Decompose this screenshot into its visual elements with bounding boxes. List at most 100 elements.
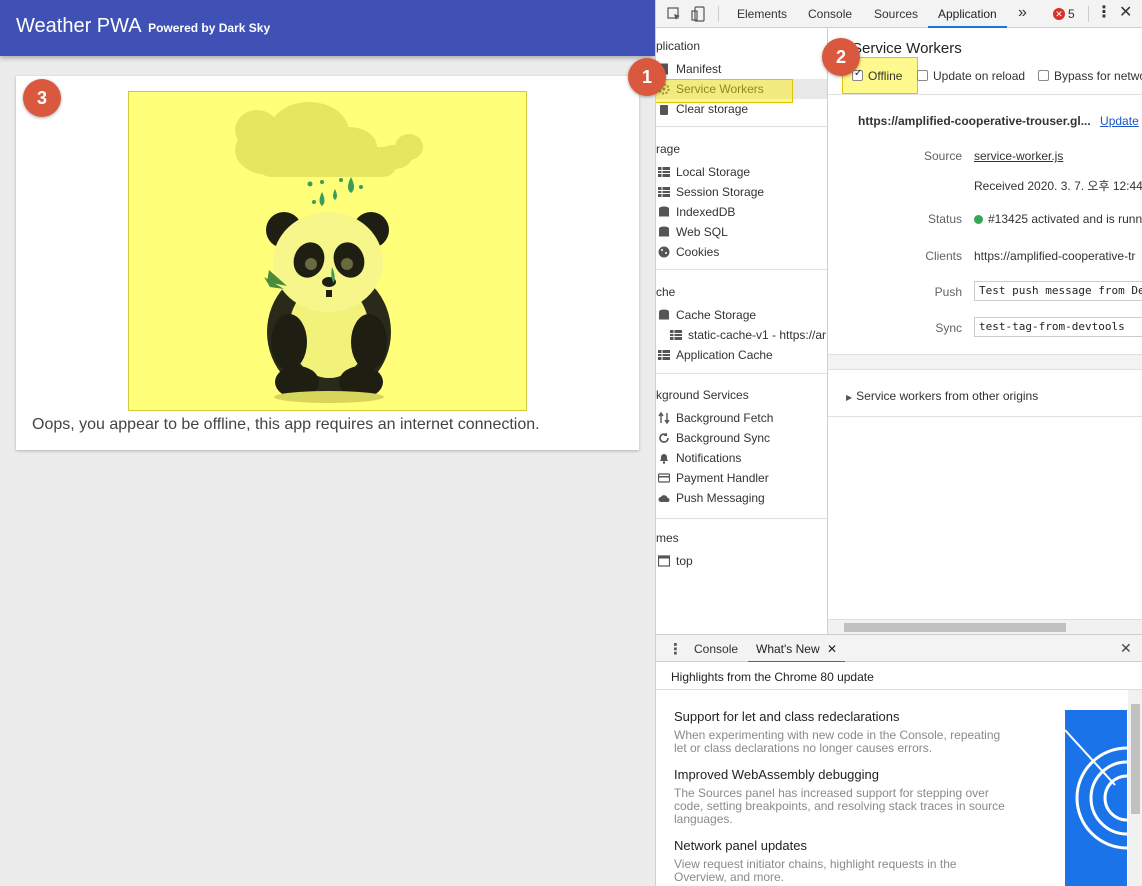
- sidebar-item-label: top: [676, 554, 693, 568]
- bypass-label: Bypass for netwo: [1054, 69, 1142, 83]
- section-separator: [828, 354, 1142, 370]
- sidebar-item-background-fetch[interactable]: Background Fetch: [656, 408, 827, 428]
- sidebar-divider: [656, 373, 827, 374]
- sidebar-item-top-frame[interactable]: top: [656, 551, 827, 571]
- offline-checkbox[interactable]: Offline: [852, 68, 903, 83]
- sidebar-item-cookies[interactable]: Cookies: [656, 242, 827, 262]
- sidebar-item-label: Local Storage: [676, 165, 751, 179]
- cookie-icon: [658, 246, 670, 258]
- weather-app: Weather PWA Powered by Dark Sky Oops, yo…: [0, 0, 655, 886]
- status-text: #13425 activated and is runn: [988, 212, 1142, 226]
- sidebar-divider: [656, 518, 827, 519]
- sidebar-item-label: static-cache-v1 - https://ar: [688, 328, 827, 342]
- whats-new-item-title[interactable]: Network panel updates: [674, 838, 807, 853]
- sync-icon: [659, 432, 669, 443]
- service-workers-title: Service Workers: [852, 40, 962, 57]
- inspect-element-icon[interactable]: [666, 6, 682, 22]
- clients-label: Clients: [925, 249, 962, 263]
- customize-menu-icon[interactable]: ⋮: [1096, 0, 1112, 28]
- toolbar-divider: [718, 6, 719, 22]
- vertical-scrollbar[interactable]: [1128, 690, 1142, 886]
- sidebar-item-label: Push Messaging: [676, 491, 765, 505]
- update-link[interactable]: Update: [1100, 114, 1139, 128]
- checkbox-checked-icon[interactable]: [852, 68, 863, 81]
- sidebar-item-local-storage[interactable]: Local Storage: [656, 162, 827, 182]
- grid-icon: [658, 187, 670, 197]
- drawer-menu-icon[interactable]: ⋮: [668, 640, 683, 658]
- tab-elements[interactable]: Elements: [737, 0, 787, 28]
- tab-sources[interactable]: Sources: [874, 0, 918, 28]
- drawer-tab-whats-new[interactable]: What's New ✕: [748, 635, 846, 663]
- more-tabs-button[interactable]: »: [1018, 0, 1027, 28]
- whats-new-item-title[interactable]: Improved WebAssembly debugging: [674, 767, 879, 782]
- database-icon: [659, 309, 669, 320]
- sidebar-item-payment-handler[interactable]: Payment Handler: [656, 468, 827, 488]
- application-sidebar: plication Manifest Service Workers Clear…: [656, 28, 828, 634]
- app-subtitle: Powered by Dark Sky: [148, 21, 271, 35]
- device-toolbar-icon[interactable]: [691, 6, 707, 22]
- tab-application[interactable]: Application: [928, 0, 1007, 28]
- trash-icon: [660, 105, 668, 115]
- bypass-network-checkbox[interactable]: Bypass for netwo: [1038, 69, 1142, 83]
- update-on-reload-label: Update on reload: [933, 69, 1026, 83]
- close-devtools-icon[interactable]: ✕: [1119, 0, 1132, 28]
- panda-illustration: [235, 102, 423, 403]
- sidebar-item-cache-storage[interactable]: Cache Storage: [656, 305, 827, 325]
- clients-value[interactable]: https://amplified-cooperative-tr: [974, 249, 1135, 263]
- sidebar-item-label: Notifications: [676, 451, 742, 465]
- database-icon: [659, 226, 669, 237]
- sidebar-item-application-cache[interactable]: Application Cache: [656, 345, 827, 365]
- sidebar-item-background-sync[interactable]: Background Sync: [656, 428, 827, 448]
- sidebar-header-background-services: kground Services: [656, 388, 749, 402]
- sidebar-item-static-cache[interactable]: static-cache-v1 - https://ar: [656, 325, 827, 345]
- sidebar-header-frames: mes: [656, 531, 679, 545]
- drawer-tab-console[interactable]: Console: [694, 635, 738, 663]
- highlights-text: Highlights from the Chrome 80 update: [671, 670, 874, 684]
- error-icon[interactable]: ✕: [1053, 8, 1065, 20]
- service-workers-panel: Service Workers Offline Update on reload…: [828, 28, 1142, 634]
- sidebar-item-push-messaging[interactable]: Push Messaging: [656, 488, 827, 508]
- vertical-scrollbar-thumb[interactable]: [1131, 704, 1140, 814]
- source-label: Source: [923, 149, 962, 163]
- offline-card: Oops, you appear to be offline, this app…: [16, 76, 639, 450]
- close-tab-icon[interactable]: ✕: [827, 642, 837, 656]
- offline-message: Oops, you appear to be offline, this app…: [32, 416, 540, 433]
- other-origins-toggle[interactable]: ▶ Service workers from other origins: [846, 389, 1038, 403]
- status-value: #13425 activated and is runn: [974, 212, 1142, 226]
- sync-label: Sync: [935, 321, 962, 335]
- sidebar-item-notifications[interactable]: Notifications: [656, 448, 827, 468]
- sync-input[interactable]: test-tag-from-devtools: [974, 317, 1142, 337]
- annotation-badge-3: 3: [23, 79, 61, 117]
- offline-panda-image: [128, 91, 527, 411]
- database-icon: [659, 206, 669, 217]
- whats-new-item-title[interactable]: Support for let and class redeclarations: [674, 709, 899, 724]
- sidebar-item-label: Session Storage: [676, 185, 765, 199]
- close-drawer-icon[interactable]: ✕: [1120, 640, 1132, 657]
- sidebar-item-clear-storage[interactable]: Clear storage: [656, 99, 827, 119]
- grid-icon: [658, 167, 670, 177]
- offline-label: Offline: [868, 69, 903, 83]
- checkbox-icon[interactable]: [917, 70, 928, 81]
- grid-icon: [658, 350, 670, 360]
- sidebar-item-label: Cache Storage: [676, 308, 757, 322]
- horizontal-scrollbar[interactable]: [828, 619, 1142, 634]
- drawer-tab-whats-new-label: What's New: [756, 642, 820, 656]
- whats-new-content: Support for let and class redeclarations…: [656, 690, 1142, 886]
- checkbox-icon[interactable]: [1038, 70, 1049, 81]
- error-count[interactable]: 5: [1068, 0, 1075, 28]
- update-on-reload-checkbox[interactable]: Update on reload: [917, 69, 1025, 83]
- sidebar-item-session-storage[interactable]: Session Storage: [656, 182, 827, 202]
- triangle-right-icon: ▶: [846, 393, 853, 402]
- sidebar-item-manifest[interactable]: Manifest: [656, 59, 827, 79]
- sidebar-item-label: IndexedDB: [676, 205, 736, 219]
- drawer-tabbar: ⋮ Console What's New ✕ ✕: [656, 634, 1142, 663]
- tab-console[interactable]: Console: [808, 0, 852, 28]
- push-input[interactable]: Test push message from De: [974, 281, 1142, 301]
- sidebar-item-indexeddb[interactable]: IndexedDB: [656, 202, 827, 222]
- status-label: Status: [927, 212, 962, 226]
- source-link[interactable]: service-worker.js: [974, 149, 1063, 163]
- sidebar-item-web-sql[interactable]: Web SQL: [656, 222, 827, 242]
- devtools-tabbar: Elements Console Sources Application » ✕…: [656, 0, 1142, 28]
- received-timestamp: Received 2020. 3. 7. 오후 12:44:4: [974, 179, 1142, 193]
- horizontal-scrollbar-thumb[interactable]: [844, 623, 1066, 632]
